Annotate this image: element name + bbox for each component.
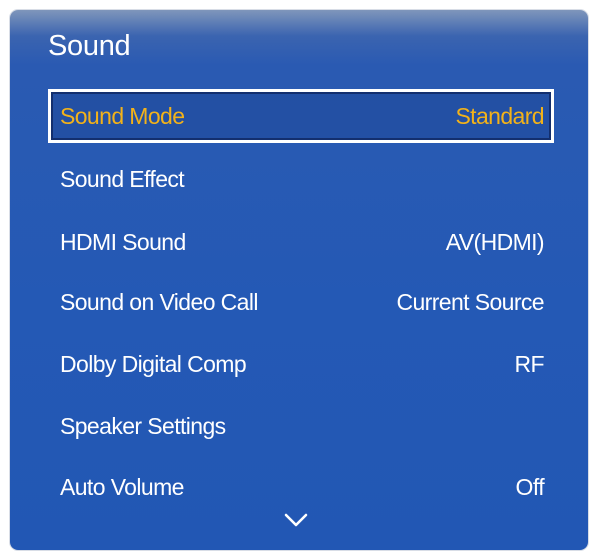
menu-item-label: Sound Effect: [60, 165, 185, 192]
menu-item-dolby-digital-comp[interactable]: Dolby Digital Comp RF: [48, 337, 554, 391]
menu-item-value: AV(HDMI): [445, 228, 545, 255]
menu-item-label: Sound on Video Call: [60, 288, 259, 315]
menu-item-sound-mode[interactable]: Sound Mode Standard: [48, 89, 554, 143]
menu-item-sound-effect[interactable]: Sound Effect: [48, 152, 554, 206]
menu-item-sound-on-video-call[interactable]: Sound on Video Call Current Source: [48, 275, 554, 329]
menu-item-value: Standard: [455, 102, 544, 129]
menu-item-auto-volume[interactable]: Auto Volume Off: [48, 460, 554, 514]
menu-item-label: Dolby Digital Comp: [60, 350, 247, 377]
menu-item-label: Auto Volume: [60, 473, 184, 500]
menu-item-hdmi-sound[interactable]: HDMI Sound AV(HDMI): [48, 215, 554, 269]
menu-title: Sound: [48, 30, 131, 62]
menu-item-label: HDMI Sound: [60, 228, 186, 255]
menu-item-value: Off: [515, 473, 545, 500]
menu-item-label: Speaker Settings: [60, 412, 226, 439]
menu-item-speaker-settings[interactable]: Speaker Settings: [48, 399, 554, 453]
menu-item-value: Current Source: [396, 288, 544, 315]
menu-item-label: Sound Mode: [60, 102, 185, 129]
sound-menu-panel: Sound Sound Mode Standard Sound Effect H…: [10, 10, 588, 550]
menu-item-value: RF: [514, 350, 545, 377]
chevron-down-icon[interactable]: [284, 512, 308, 528]
